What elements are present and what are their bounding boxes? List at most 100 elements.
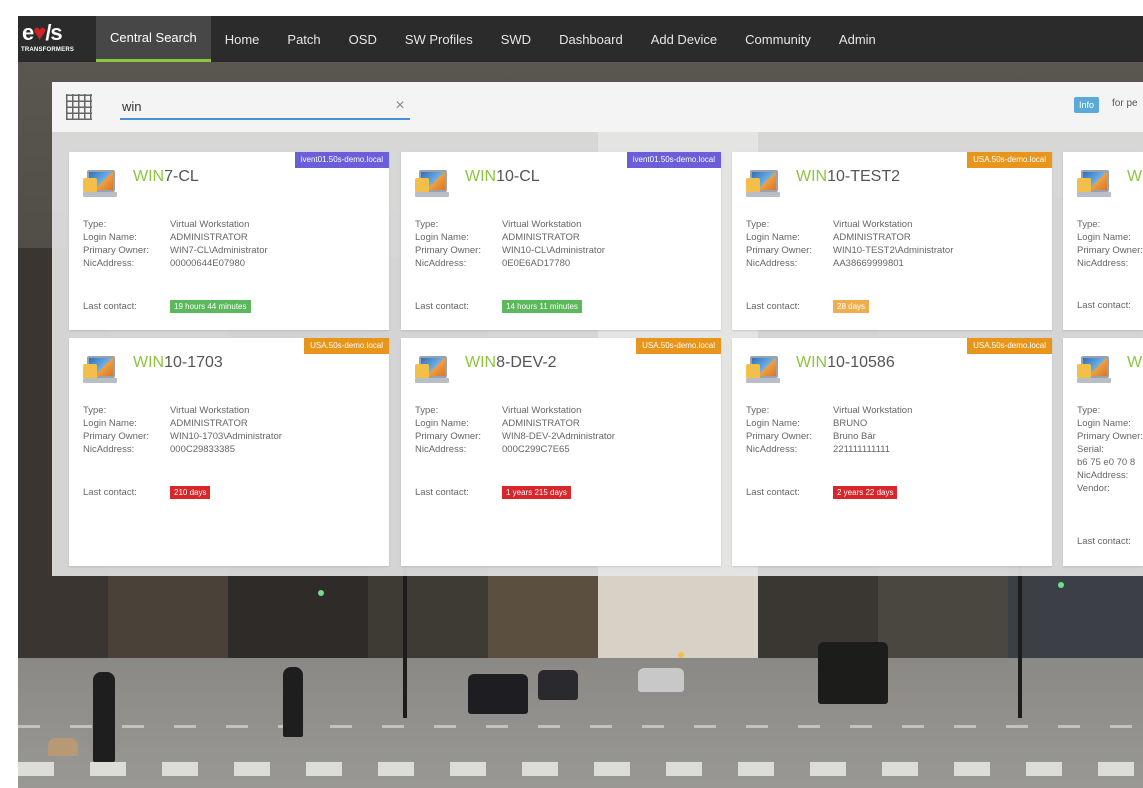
- pedestrian-shape: [93, 672, 115, 762]
- device-card[interactable]: ivent01.50s-demo.local WIN10-CL Type: Vir…: [401, 152, 721, 330]
- type-label: Type:: [746, 219, 770, 230]
- device-details: Type: Virtual Workstation Login Name: ADMI…: [83, 218, 268, 270]
- domain-badge: USA.50s-demo.local: [304, 338, 389, 354]
- traffic-light: [678, 652, 684, 658]
- nav-community[interactable]: Community: [731, 16, 825, 62]
- device-name[interactable]: WIN10-1703: [133, 354, 223, 372]
- nic-address-label: NicAddress:: [415, 258, 467, 269]
- logo-subtitle: TRANSFORMERS: [21, 47, 75, 53]
- car-shape: [538, 670, 578, 700]
- nic-address-label: NicAddress:: [1077, 470, 1129, 481]
- nic-address-value: 00000644E07980: [170, 258, 246, 269]
- device-card[interactable]: USA.50s-demo.local WIN10-10586 Type: Virt…: [732, 338, 1052, 566]
- search-input[interactable]: [120, 94, 410, 120]
- grid-view-icon[interactable]: [66, 94, 92, 120]
- primary-owner-label: Primary Owner:: [83, 245, 149, 256]
- name-match-highlight: WIN: [133, 168, 165, 185]
- serial-value: b6 75 e0 70 8: [1077, 457, 1136, 468]
- primary-owner-label: Primary Owner:: [1077, 431, 1143, 442]
- brand-logo[interactable]: e♥/s TRANSFORMERS: [18, 16, 96, 62]
- device-card[interactable]: ivent01.50s-demo.local WIN7-CL Type: Virt…: [69, 152, 389, 330]
- logo-letter: e: [22, 20, 34, 45]
- close-icon[interactable]: ×: [390, 96, 410, 116]
- last-contact: Last contact: 19 hours 44 minutes: [83, 300, 251, 313]
- nic-address-value: 0E0E6AD17780: [502, 258, 571, 269]
- device-details: Type: Login Name: Primary Owner: NicAddr…: [1077, 218, 1143, 270]
- device-name[interactable]: WI: [1127, 168, 1143, 186]
- primary-owner-label: Primary Owner:: [1077, 245, 1143, 256]
- nav-osd[interactable]: OSD: [335, 16, 391, 62]
- nav-dashboard[interactable]: Dashboard: [545, 16, 637, 62]
- login-name-label: Login Name:: [1077, 232, 1131, 243]
- login-name-value: BRUNO: [833, 418, 868, 429]
- pedestrian-shape: [283, 667, 303, 737]
- device-card[interactable]: USA.50s-demo.local WIN10-TEST2 Type: Virt…: [732, 152, 1052, 330]
- last-contact: Last contact: 2 years 22 days: [746, 486, 898, 499]
- device-card-partial[interactable]: WI Type: Login Name: Primary Owner: Seri…: [1063, 338, 1143, 566]
- nav-home[interactable]: Home: [211, 16, 274, 62]
- last-contact: Last contact:: [1077, 536, 1143, 547]
- device-card[interactable]: USA.50s-demo.local WIN8-DEV-2 Type: Virtu…: [401, 338, 721, 566]
- type-label: Type:: [415, 219, 439, 230]
- last-contact-badge: 1 years 215 days: [502, 486, 571, 499]
- device-card[interactable]: USA.50s-demo.local WIN10-1703 Type: Virtu…: [69, 338, 389, 566]
- nic-address-label: NicAddress:: [415, 444, 467, 455]
- device-name[interactable]: WI: [1127, 354, 1143, 372]
- type-label: Type:: [746, 405, 770, 416]
- login-name-label: Login Name:: [746, 232, 800, 243]
- primary-owner-value: WIN10-1703\Administrator: [170, 431, 282, 442]
- workstation-icon: [746, 168, 780, 200]
- nav-sw-profiles[interactable]: SW Profiles: [391, 16, 487, 62]
- nic-address-value: 221111111111: [833, 444, 891, 455]
- last-contact-label: Last contact:: [415, 301, 469, 312]
- info-badge: Info: [1074, 97, 1100, 113]
- last-contact-label: Last contact:: [415, 487, 469, 498]
- nav-swd[interactable]: SWD: [487, 16, 545, 62]
- type-value: Virtual Workstation: [170, 405, 250, 416]
- name-rest: 10-10586: [827, 354, 895, 371]
- device-name[interactable]: WIN8-DEV-2: [465, 354, 557, 372]
- name-rest: 7-CL: [164, 168, 199, 185]
- type-label: Type:: [83, 219, 107, 230]
- heart-icon: ♥: [33, 20, 46, 45]
- last-contact-badge: 2 years 22 days: [833, 486, 898, 499]
- name-match-highlight: WIN: [465, 168, 497, 185]
- name-match-highlight: WI: [1127, 354, 1143, 371]
- last-contact-label: Last contact:: [83, 301, 137, 312]
- name-match-highlight: WIN: [465, 354, 497, 371]
- device-details: Type: Virtual Workstation Login Name: ADMI…: [746, 218, 953, 270]
- device-name[interactable]: WIN10-10586: [796, 354, 895, 372]
- lane-marking: [18, 725, 1143, 728]
- login-name-label: Login Name:: [1077, 418, 1131, 429]
- primary-owner-label: Primary Owner:: [415, 431, 481, 442]
- device-card-partial[interactable]: WI Type: Login Name: Primary Owner: NicA…: [1063, 152, 1143, 330]
- login-name-label: Login Name:: [415, 418, 469, 429]
- nav-patch[interactable]: Patch: [273, 16, 334, 62]
- name-match-highlight: WI: [1127, 168, 1143, 185]
- last-contact-label: Last contact:: [746, 301, 800, 312]
- car-shape: [468, 674, 528, 714]
- vendor-label: Vendor:: [1077, 483, 1110, 494]
- device-details: Type: Virtual Workstation Login Name: ADMI…: [415, 218, 605, 270]
- nic-address-label: NicAddress:: [83, 444, 135, 455]
- device-name[interactable]: WIN7-CL: [133, 168, 199, 186]
- nic-address-label: NicAddress:: [746, 444, 798, 455]
- car-shape: [638, 668, 684, 692]
- last-contact-label: Last contact:: [1077, 300, 1131, 311]
- login-name-value: ADMINISTRATOR: [502, 418, 580, 429]
- primary-owner-value: Bruno Bär: [833, 431, 876, 442]
- device-name[interactable]: WIN10-TEST2: [796, 168, 900, 186]
- domain-badge: ivent01.50s-demo.local: [626, 152, 721, 168]
- nic-address-value: AA38669999801: [833, 258, 904, 269]
- device-details: Type: Virtual Workstation Login Name: BRUN…: [746, 404, 912, 456]
- primary-owner-label: Primary Owner:: [83, 431, 149, 442]
- nav-add-device[interactable]: Add Device: [637, 16, 731, 62]
- device-name[interactable]: WIN10-CL: [465, 168, 540, 186]
- nav-admin[interactable]: Admin: [825, 16, 890, 62]
- nav-central-search[interactable]: Central Search: [96, 16, 211, 62]
- type-label: Type:: [83, 405, 107, 416]
- primary-owner-value: WIN7-CL\Administrator: [170, 245, 268, 256]
- traffic-light: [1058, 582, 1064, 588]
- type-value: Virtual Workstation: [502, 219, 582, 230]
- nic-address-label: NicAddress:: [746, 258, 798, 269]
